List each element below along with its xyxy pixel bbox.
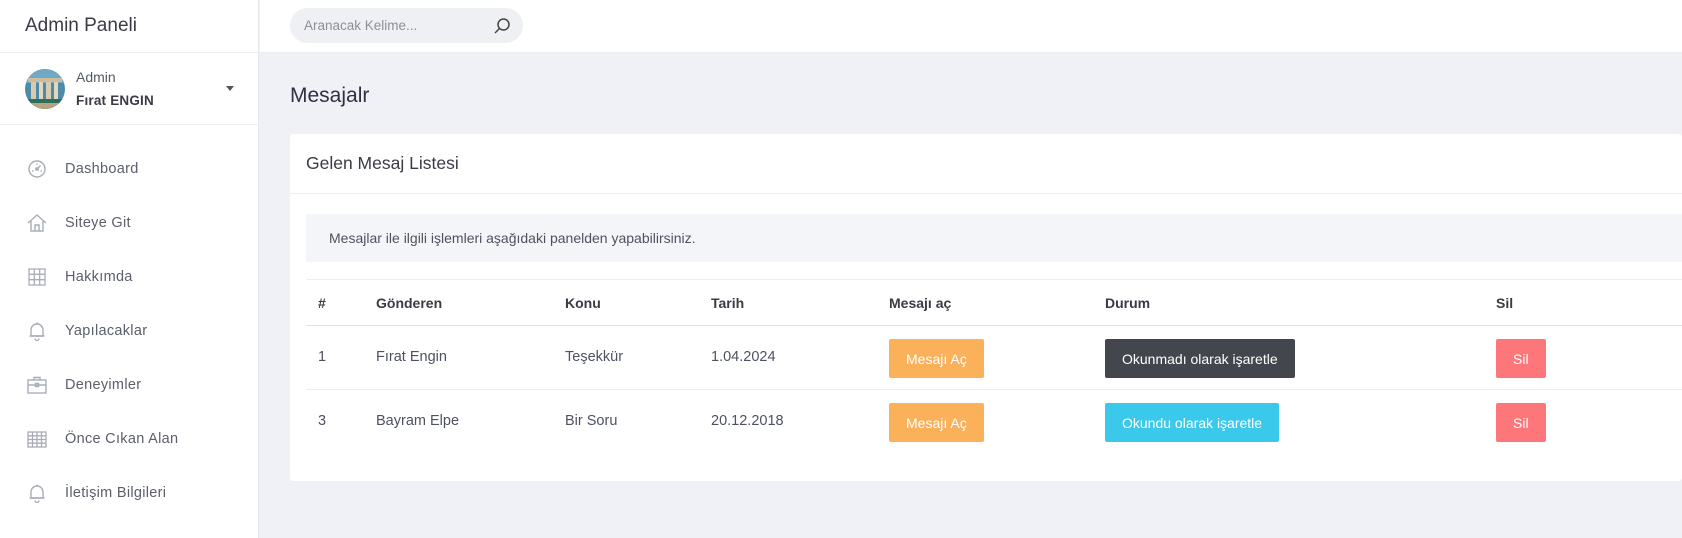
grid-icon bbox=[26, 266, 48, 288]
column-header-date: Tarih bbox=[711, 295, 745, 311]
delete-button[interactable]: Sil bbox=[1496, 403, 1546, 442]
chevron-down-icon[interactable] bbox=[226, 86, 234, 91]
briefcase-icon bbox=[26, 374, 48, 396]
search-input[interactable] bbox=[304, 18, 484, 33]
table-row: 1 Fırat Engin Teşekkür 1.04.2024 Mesajı … bbox=[306, 326, 1682, 390]
top-bar bbox=[260, 0, 1682, 53]
table-row: 3 Bayram Elpe Bir Soru 20.12.2018 Mesajı… bbox=[306, 390, 1682, 454]
search-icon[interactable] bbox=[493, 17, 511, 40]
open-message-button[interactable]: Mesajı Aç bbox=[889, 339, 984, 378]
delete-button[interactable]: Sil bbox=[1496, 339, 1546, 378]
table-header: # Gönderen Konu Tarih Mesajı aç Durum Si… bbox=[306, 279, 1682, 326]
bell-icon bbox=[26, 482, 48, 504]
sidebar-item-once-cikan-alan[interactable]: Önce Cıkan Alan bbox=[0, 412, 258, 466]
sidebar-item-label: Hakkımda bbox=[65, 269, 133, 285]
profile-name: Fırat ENGIN bbox=[76, 92, 154, 108]
sidebar-item-siteye-git[interactable]: Siteye Git bbox=[0, 196, 258, 250]
sidebar-item-hakkimda[interactable]: Hakkımda bbox=[0, 250, 258, 304]
cell-id: 1 bbox=[318, 349, 327, 365]
sidebar-item-label: İletişim Bilgileri bbox=[65, 485, 167, 501]
open-message-button[interactable]: Mesajı Aç bbox=[889, 403, 984, 442]
column-header-open: Mesajı aç bbox=[889, 295, 952, 311]
cell-subject: Teşekkür bbox=[565, 349, 624, 365]
page-title: Mesajalr bbox=[290, 84, 370, 107]
app-title[interactable]: Admin Paneli bbox=[0, 0, 258, 53]
bell-icon bbox=[26, 320, 48, 342]
cell-sender: Bayram Elpe bbox=[376, 413, 460, 429]
cell-date: 20.12.2018 bbox=[711, 413, 784, 429]
sidebar-item-iletisim-bilgileri[interactable]: İletişim Bilgileri bbox=[0, 466, 258, 520]
search-box[interactable] bbox=[290, 8, 523, 43]
column-header-status: Durum bbox=[1105, 295, 1151, 311]
sidebar-item-label: Deneyimler bbox=[65, 377, 142, 393]
column-header-subject: Konu bbox=[565, 295, 601, 311]
card-title: Gelen Mesaj Listesi bbox=[290, 134, 1682, 194]
cell-date: 1.04.2024 bbox=[711, 349, 776, 365]
sidebar-item-deneyimler[interactable]: Deneyimler bbox=[0, 358, 258, 412]
table-grid-icon bbox=[26, 428, 48, 450]
sidebar-item-yapilacaklar[interactable]: Yapılacaklar bbox=[0, 304, 258, 358]
mark-unread-button[interactable]: Okunmadı olarak işaretle bbox=[1105, 339, 1295, 378]
sidebar-item-label: Dashboard bbox=[65, 161, 139, 177]
column-header-id: # bbox=[318, 295, 326, 311]
column-header-sender: Gönderen bbox=[376, 295, 443, 311]
sidebar-item-label: Siteye Git bbox=[65, 215, 131, 231]
sidebar: Admin Paneli Admin Fırat ENGIN Dashboard… bbox=[0, 0, 259, 538]
message-list-card: Gelen Mesaj Listesi Mesajlar ile ilgili … bbox=[290, 134, 1682, 481]
profile-role: Admin bbox=[76, 68, 116, 85]
info-alert: Mesajlar ile ilgili işlemleri aşağıdaki … bbox=[306, 214, 1682, 262]
cell-subject: Bir Soru bbox=[565, 413, 618, 429]
sidebar-item-dashboard[interactable]: Dashboard bbox=[0, 142, 258, 196]
messages-table: # Gönderen Konu Tarih Mesajı aç Durum Si… bbox=[306, 279, 1682, 454]
home-icon bbox=[26, 212, 48, 234]
dashboard-gauge-icon bbox=[26, 158, 48, 180]
sidebar-item-label: Yapılacaklar bbox=[65, 323, 148, 339]
sidebar-item-label: Önce Cıkan Alan bbox=[65, 431, 179, 447]
mark-read-button[interactable]: Okundu olarak işaretle bbox=[1105, 403, 1280, 442]
user-profile[interactable]: Admin Fırat ENGIN bbox=[0, 53, 258, 125]
avatar[interactable] bbox=[25, 68, 65, 109]
sidebar-menu: Dashboard Siteye Git Hakkımda Yapılacakl… bbox=[0, 142, 258, 520]
cell-sender: Fırat Engin bbox=[376, 349, 447, 365]
column-header-delete: Sil bbox=[1496, 295, 1514, 311]
cell-id: 3 bbox=[318, 413, 327, 429]
